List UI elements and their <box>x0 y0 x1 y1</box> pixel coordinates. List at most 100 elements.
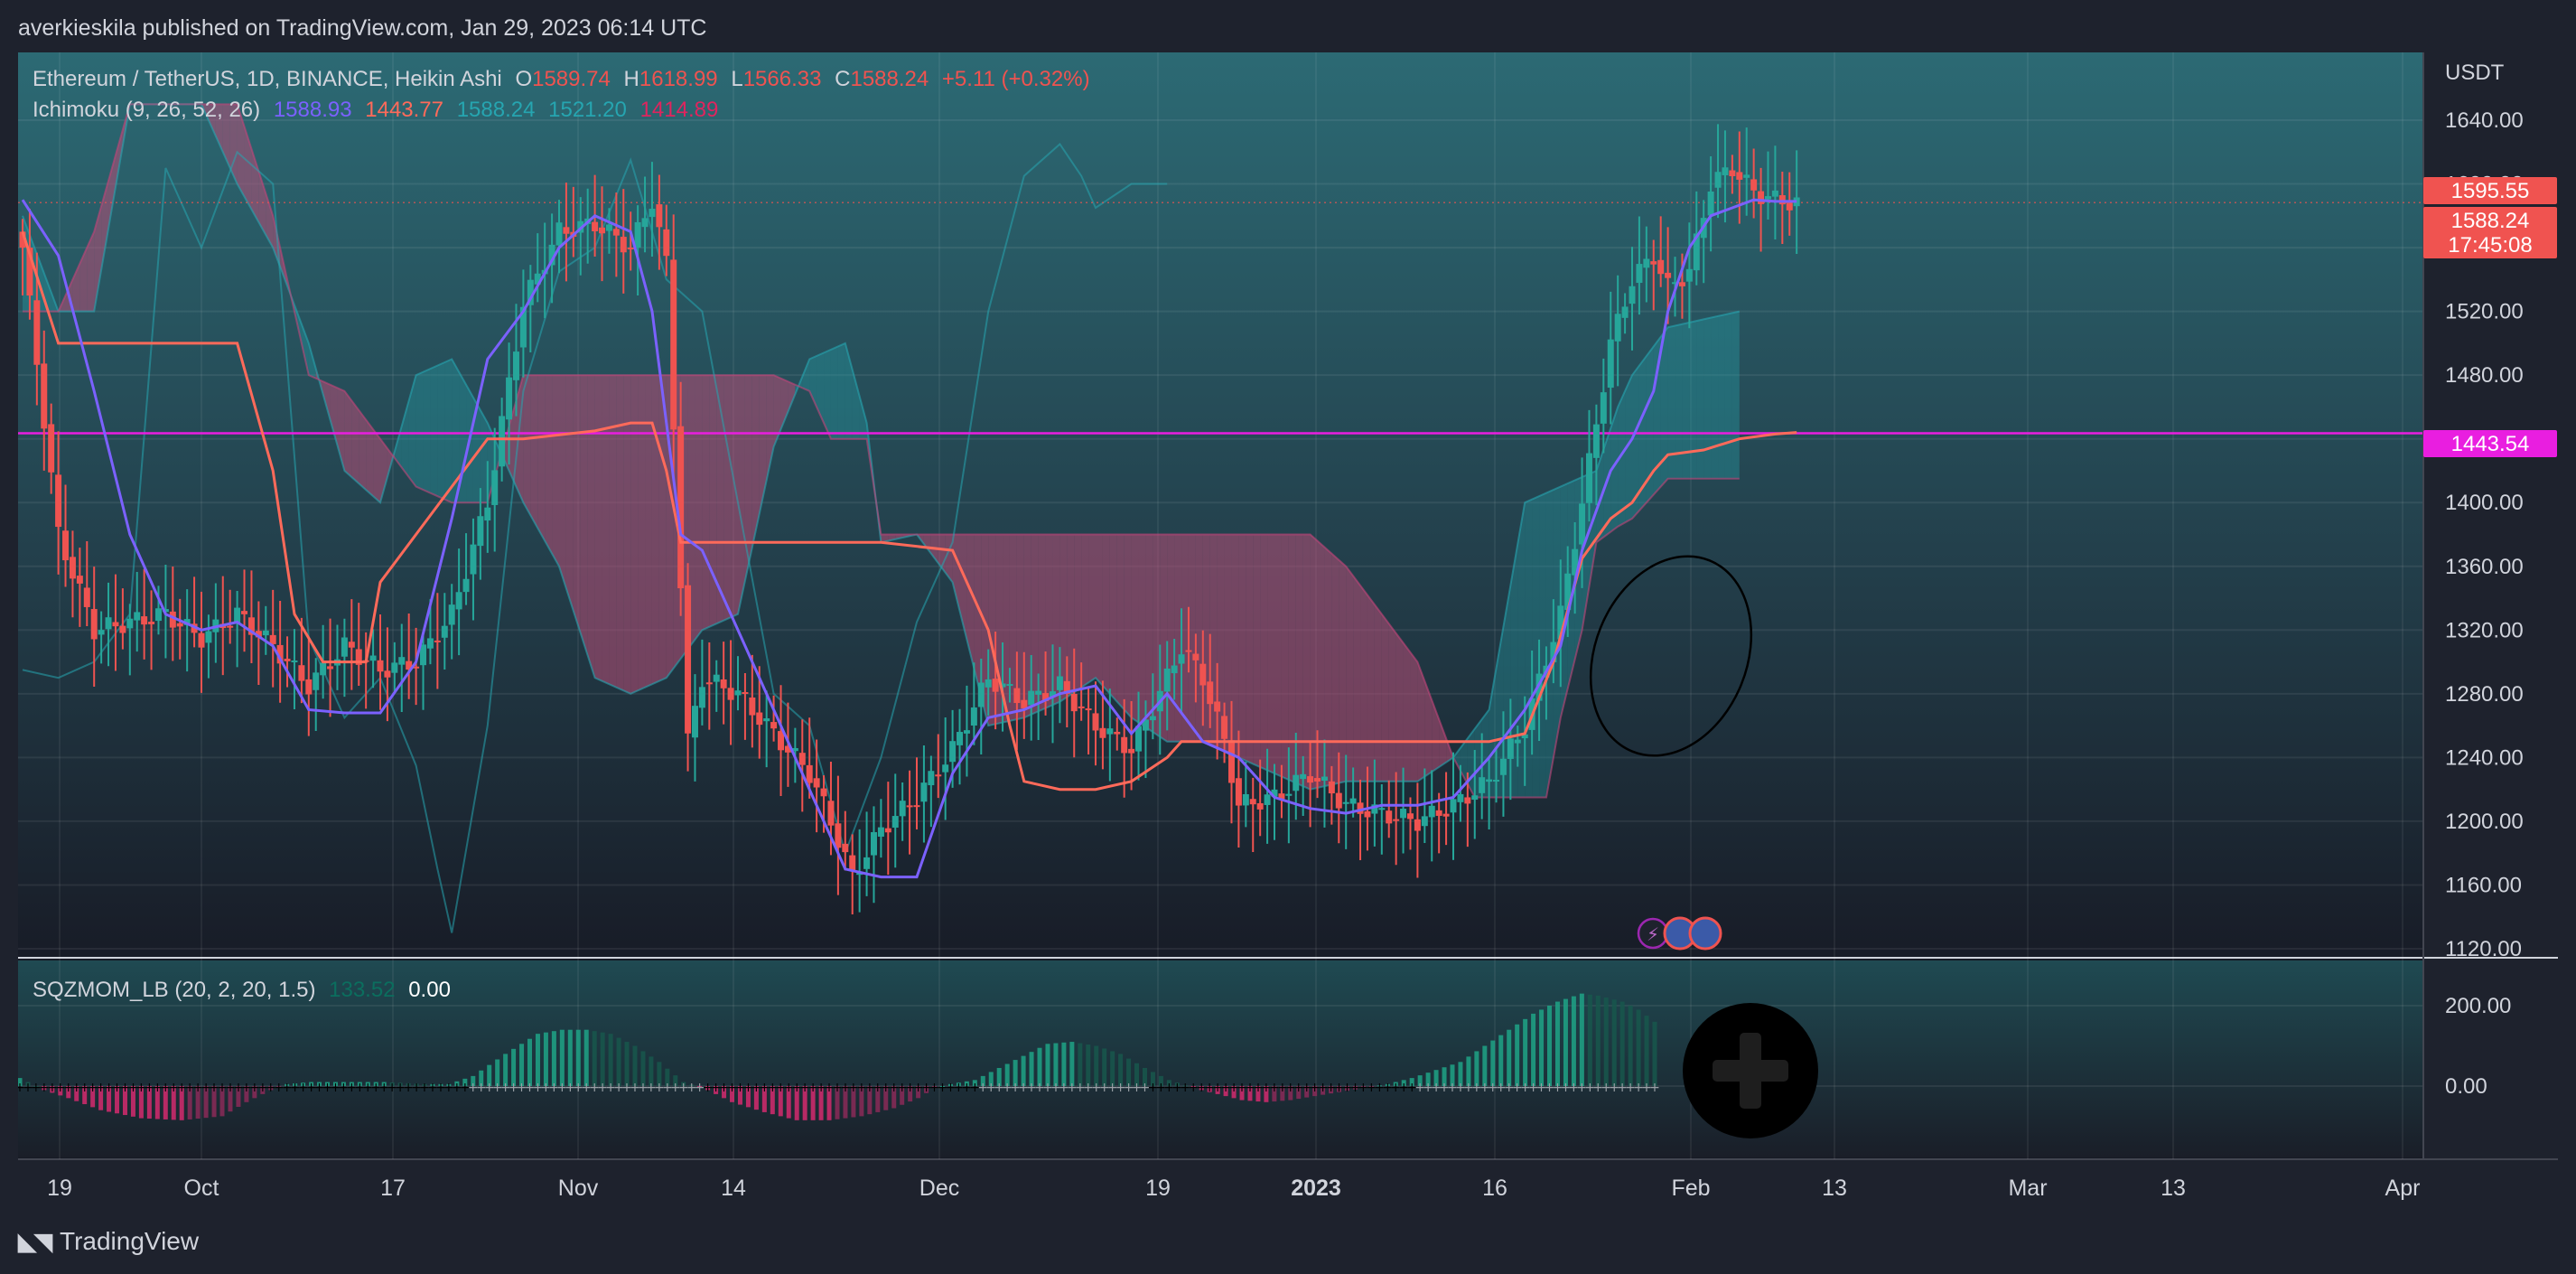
currency-label: USDT <box>2445 61 2505 85</box>
ichimoku-cloud-segment <box>537 375 546 541</box>
candle-body <box>641 218 649 228</box>
candle-body <box>1364 810 1371 818</box>
momentum-bar <box>1587 994 1592 1086</box>
candle-body <box>48 424 55 473</box>
candle-body <box>1035 690 1042 695</box>
time-tick-label: 16 <box>1482 1176 1507 1201</box>
momentum-bar <box>1644 1016 1649 1086</box>
ichimoku-cloud-segment <box>1388 623 1396 782</box>
candle-body <box>1657 259 1665 275</box>
time-tick-label: 13 <box>2161 1176 2186 1201</box>
candle-body <box>756 712 763 726</box>
candle-body <box>1285 793 1293 796</box>
candle-body <box>1400 809 1407 819</box>
ichimoku-cloud-segment <box>573 375 581 633</box>
candle-body <box>291 660 298 663</box>
momentum-bar <box>1547 1006 1553 1086</box>
candle-body <box>1435 810 1442 816</box>
candle-body <box>313 672 320 690</box>
candle-body <box>763 718 770 722</box>
momentum-bar <box>1069 1042 1075 1086</box>
ichimoku-cloud-segment <box>1038 534 1046 712</box>
time-tick-label: 13 <box>1822 1176 1847 1201</box>
candle-body <box>262 630 269 636</box>
candle-body <box>1335 792 1342 809</box>
candle-body <box>348 642 355 648</box>
candle-body <box>770 722 778 729</box>
candle-body <box>935 774 942 777</box>
candle-body <box>1678 282 1685 286</box>
price-tick-label: 1520.00 <box>2445 300 2524 324</box>
ichimoku-cloud-segment <box>1138 534 1146 727</box>
candle-body <box>977 682 985 707</box>
candle-body <box>634 221 641 248</box>
candle-body <box>913 805 920 808</box>
ichimoku-cloud-segment <box>1711 315 1719 479</box>
momentum-bar <box>1563 998 1568 1086</box>
candle-body <box>1457 793 1464 802</box>
close-value: 1588.24 <box>850 67 929 91</box>
candle-body <box>176 623 183 627</box>
add-plus-button[interactable] <box>1683 1003 1818 1138</box>
momentum-bar <box>616 1037 621 1086</box>
ichimoku-value-2: 1443.77 <box>365 98 444 122</box>
us-flag-event-icon <box>1688 916 1722 951</box>
candle-body <box>928 771 935 786</box>
candle-body <box>1092 713 1099 731</box>
ichimoku-cloud-segment <box>1353 576 1361 782</box>
momentum-bar <box>1554 1001 1560 1086</box>
chart-panel[interactable]: 1640.001600.001560.001520.001480.001440.… <box>18 52 2558 1211</box>
ichimoku-cloud-segment <box>480 409 488 503</box>
time-tick-label: Apr <box>2385 1176 2421 1201</box>
candle-body <box>1743 174 1750 178</box>
candle-body <box>849 855 856 871</box>
chart-svg[interactable]: 1640.001600.001560.001520.001480.001440.… <box>18 52 2558 1211</box>
candle-body <box>1235 778 1242 806</box>
candle-body <box>798 753 806 765</box>
candle-body <box>1585 453 1592 503</box>
candle-body <box>698 687 705 708</box>
symbol-name[interactable]: Ethereum / TetherUS, 1D, BINANCE, Heikin… <box>33 67 502 91</box>
candle-body <box>920 782 928 802</box>
time-tick-label: 19 <box>1145 1176 1171 1201</box>
candle-body <box>477 516 484 547</box>
high-label: H <box>623 67 639 91</box>
time-tick-label: Dec <box>919 1176 959 1201</box>
oscillator-name[interactable]: SQZMOM_LB (20, 2, 20, 1.5) <box>33 978 315 1002</box>
ichimoku-cloud-segment <box>695 375 703 640</box>
candle-body <box>1428 805 1435 818</box>
tradingview-brand[interactable]: ◣◥ TradingView <box>18 1227 199 1256</box>
candle-body <box>369 655 377 661</box>
oscillator-value-1: 133.52 <box>329 978 396 1002</box>
price-badge-label: 17:45:08 <box>2448 233 2532 258</box>
candle-body <box>1643 258 1650 268</box>
candle-body <box>90 609 98 640</box>
candle-body <box>341 637 348 657</box>
ichimoku-name[interactable]: Ichimoku (9, 26, 52, 26) <box>33 98 260 122</box>
candle-body <box>1507 738 1514 759</box>
ichimoku-cloud-segment <box>1367 595 1375 782</box>
price-tick-label: 1280.00 <box>2445 682 2524 707</box>
candle-body <box>1493 780 1500 782</box>
candle-body <box>148 622 155 624</box>
candle-body <box>891 816 899 828</box>
candle-body <box>1479 777 1486 793</box>
low-value: 1566.33 <box>742 67 822 91</box>
candle-body <box>1207 681 1214 705</box>
time-tick-label: Nov <box>558 1176 599 1201</box>
momentum-bar <box>1539 1009 1545 1086</box>
candle-body <box>105 617 112 630</box>
price-badge-label: 1588.24 <box>2451 209 2530 233</box>
published-caption: averkieskila published on TradingView.co… <box>18 15 707 41</box>
ichimoku-cloud-segment <box>1532 496 1540 798</box>
symbol-legend: Ethereum / TetherUS, 1D, BINANCE, Heikin… <box>33 67 1097 92</box>
price-tick-label: 1120.00 <box>2445 937 2522 961</box>
candle-body <box>1707 191 1714 216</box>
candle-body <box>198 632 205 648</box>
ichimoku-value-3: 1588.24 <box>456 98 536 122</box>
flash-glyph: ⚡ <box>1647 923 1659 945</box>
candle-body <box>1349 798 1357 804</box>
candle-body <box>112 622 119 627</box>
ichimoku-cloud-segment <box>1096 534 1103 687</box>
momentum-bar <box>543 1032 548 1086</box>
